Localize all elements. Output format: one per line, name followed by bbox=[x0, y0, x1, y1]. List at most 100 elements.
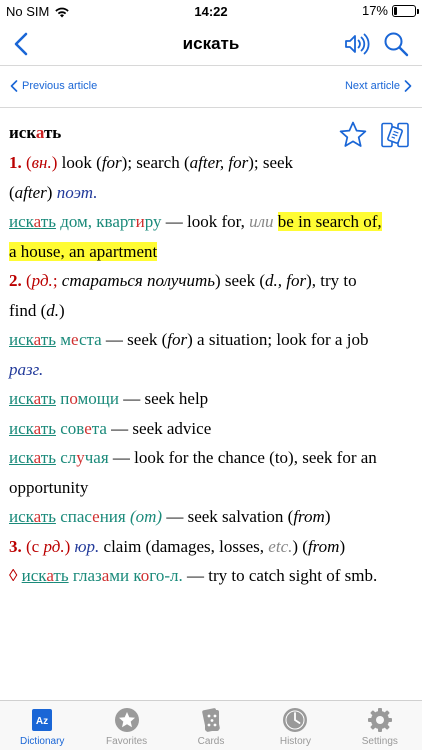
grammar-label: рд. bbox=[43, 536, 65, 556]
next-article-label: Next article bbox=[344, 80, 400, 92]
tab-favorites[interactable]: Favorites bbox=[84, 701, 168, 750]
gear-icon bbox=[367, 708, 392, 732]
headword-stress: а bbox=[35, 123, 44, 142]
cards-icon bbox=[202, 708, 220, 732]
article-actions bbox=[338, 120, 410, 150]
example-4: искать совета — seek advice bbox=[9, 414, 413, 444]
tab-history[interactable]: History bbox=[253, 701, 337, 750]
translation-text: — seek help bbox=[118, 389, 209, 408]
gram-separator: ; bbox=[52, 271, 62, 290]
example-russian: места bbox=[55, 330, 102, 349]
gram-paren: ) bbox=[64, 536, 75, 556]
sense-2-cont: find (d.) bbox=[9, 296, 413, 326]
translation-text: — look for the chance (to), seek for an bbox=[108, 448, 377, 467]
add-card-icon[interactable] bbox=[380, 120, 410, 150]
gram-paren: ( bbox=[21, 271, 32, 290]
translation-italic: for bbox=[167, 330, 188, 349]
speaker-icon[interactable] bbox=[342, 30, 370, 58]
sense-number: 3. bbox=[9, 536, 22, 556]
or-label: или bbox=[249, 212, 274, 231]
idiom-marker: ◊ bbox=[9, 566, 22, 585]
example-2-cont: разг. bbox=[9, 355, 413, 385]
chevron-right-icon bbox=[404, 80, 412, 92]
example-headword-link[interactable]: искать bbox=[22, 566, 69, 585]
navigation-bar: искать bbox=[0, 22, 422, 66]
gram-paren: (с bbox=[21, 536, 44, 556]
battery-fill bbox=[394, 6, 398, 15]
example-3: искать помощи — seek help bbox=[9, 384, 413, 414]
translation-text: ) bbox=[324, 507, 331, 526]
translation-italic: after bbox=[14, 182, 47, 202]
tab-label: History bbox=[279, 736, 311, 747]
sense-2: 2. (рд.; стараться получить) seek (d., f… bbox=[9, 266, 413, 296]
next-article-link[interactable]: Next article bbox=[345, 80, 412, 92]
tab-label: Cards bbox=[197, 736, 225, 747]
example-2: искать места — seek (for) a situation; l… bbox=[9, 325, 413, 355]
translation-text: — seek salvation ( bbox=[162, 507, 294, 526]
translation-text: — try to catch sight of smb. bbox=[182, 566, 378, 585]
translation-text: ) ( bbox=[292, 536, 308, 556]
star-icon bbox=[114, 708, 139, 732]
translation-text: claim (damages, losses, bbox=[99, 536, 269, 556]
translation-italic: from bbox=[293, 507, 325, 526]
dictionary-article: искать 1. (вн.) look (for); search (afte… bbox=[0, 108, 422, 700]
sense-3: 3. (с рд.) юр. claim (damages, losses, e… bbox=[9, 532, 413, 562]
sense-1: 1. (вн.) look (for); search (after, for)… bbox=[9, 148, 413, 178]
translation-italic: after, for bbox=[189, 153, 249, 172]
tab-label: Dictionary bbox=[19, 736, 65, 747]
example-russian: спасения (от) bbox=[55, 507, 163, 526]
status-bar: No SIM 14:22 17% bbox=[0, 0, 422, 22]
example-6: искать спасения (от) — seek salvation (f… bbox=[9, 502, 413, 532]
example-headword-link[interactable]: искать bbox=[9, 330, 56, 349]
battery-icon bbox=[392, 4, 419, 17]
example-headword-link[interactable]: искать bbox=[9, 419, 56, 438]
headword-part: иск bbox=[9, 123, 36, 142]
tab-label: Favorites bbox=[106, 736, 148, 747]
highlighted-text: a house, an apartment bbox=[9, 241, 158, 261]
sense-1-cont: (after) поэт. bbox=[9, 178, 413, 208]
highlighted-text: be in search of, bbox=[277, 212, 382, 231]
translation-italic: d., for bbox=[265, 271, 307, 290]
grammar-label: рд. bbox=[31, 271, 53, 290]
translation-text: opportunity bbox=[9, 477, 89, 497]
sense-number: 1. bbox=[9, 153, 22, 172]
example-headword-link[interactable]: искать bbox=[9, 507, 56, 526]
clock-icon bbox=[283, 708, 308, 732]
example-headword-link[interactable]: искать bbox=[9, 389, 56, 408]
translation-text: find ( bbox=[9, 300, 47, 320]
article-navigation: Previous article Next article bbox=[0, 66, 422, 108]
translation-text: ), try to bbox=[306, 271, 357, 290]
tab-dictionary[interactable]: Az Dictionary bbox=[0, 701, 84, 750]
example-russian: совета bbox=[55, 418, 107, 438]
previous-article-link[interactable]: Previous article bbox=[10, 80, 97, 92]
dictionary-icon: Az bbox=[32, 709, 53, 731]
tab-settings[interactable]: Settings bbox=[338, 701, 422, 750]
grammar-label: вн. bbox=[31, 153, 52, 172]
example-russian: глазами кого-л. bbox=[68, 566, 183, 585]
example-headword-link[interactable]: искать bbox=[9, 448, 56, 467]
translation-text: ) bbox=[59, 300, 65, 320]
example-1-cont: a house, an apartment bbox=[9, 237, 413, 267]
headword-part: ть bbox=[43, 123, 62, 142]
battery-percent: 17% bbox=[361, 3, 388, 18]
translation-text: — seek advice bbox=[106, 418, 212, 438]
style-label: разг. bbox=[9, 359, 44, 379]
search-icon[interactable] bbox=[382, 30, 410, 58]
translation-text: look ( bbox=[57, 153, 102, 172]
idiom: ◊ искать глазами кого-л. — try to catch … bbox=[9, 561, 413, 591]
example-headword-link[interactable]: искать bbox=[9, 212, 56, 231]
example-1: искать дом, квартиру — look for, или be … bbox=[9, 207, 413, 237]
translation-italic: from bbox=[307, 536, 340, 556]
translation-text: ) bbox=[46, 182, 57, 202]
tab-cards[interactable]: Cards bbox=[169, 701, 253, 750]
example-russian: случая bbox=[55, 448, 109, 467]
translation-text: ) a situation; look for a job bbox=[187, 330, 369, 349]
translation-text: ) seek ( bbox=[214, 271, 266, 290]
grammar-note: стараться получить bbox=[61, 271, 215, 290]
chevron-left-icon bbox=[10, 80, 18, 92]
sense-number: 2. bbox=[9, 271, 22, 290]
favorite-star-icon[interactable] bbox=[338, 120, 368, 150]
translation-text: — seek ( bbox=[101, 330, 168, 349]
translation-italic: for bbox=[101, 153, 122, 172]
example-russian: дом, квартиру bbox=[55, 212, 162, 231]
